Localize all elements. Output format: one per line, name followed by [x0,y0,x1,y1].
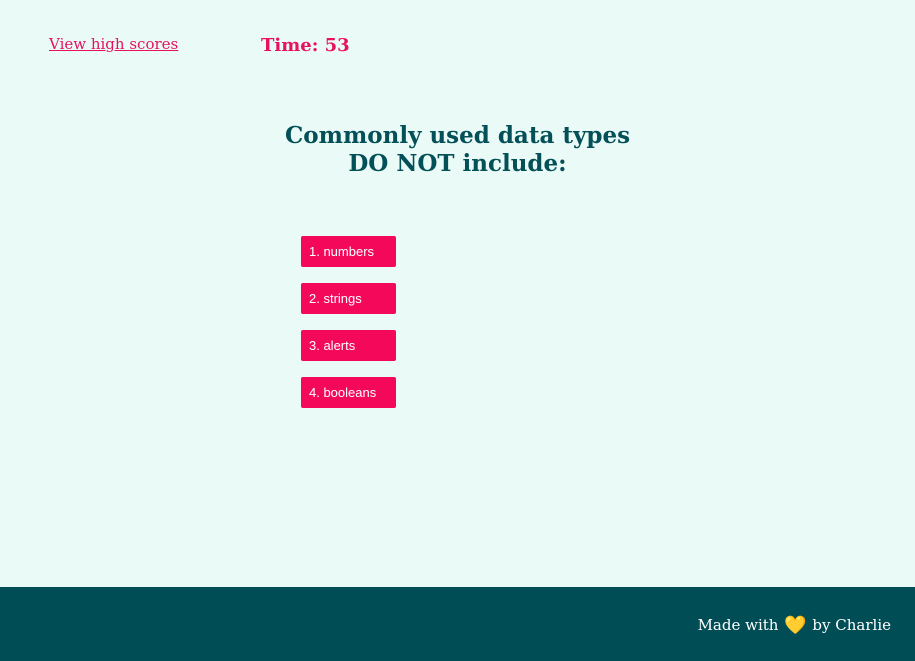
timer: Time: 53 [261,35,350,56]
answer-list: 1. numbers 2. strings 3. alerts 4. boole… [301,236,396,424]
question-heading: Commonly used data types DO NOT include: [0,122,915,178]
timer-label: Time: [261,35,325,56]
question-line-2: DO NOT include: [348,150,567,177]
answer-button-3[interactable]: 3. alerts [301,330,396,361]
footer-credit: Made with 💛 by Charlie [698,615,891,636]
view-high-scores-link[interactable]: View high scores [49,35,178,53]
heart-icon: 💛 [784,615,807,636]
footer-made-with: Made with [697,616,779,634]
answer-button-2[interactable]: 2. strings [301,283,396,314]
answer-button-4[interactable]: 4. booleans [301,377,396,408]
question-line-1: Commonly used data types [284,122,631,149]
answer-button-1[interactable]: 1. numbers [301,236,396,267]
timer-value: 53 [324,35,350,56]
footer-author: by Charlie [812,616,891,634]
footer: Made with 💛 by Charlie [0,587,915,661]
